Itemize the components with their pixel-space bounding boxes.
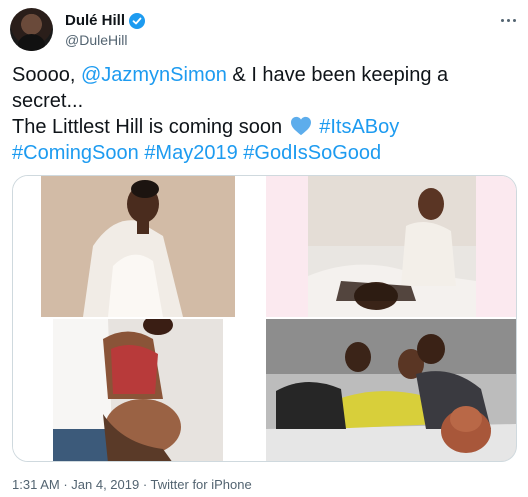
- tweet-source[interactable]: Twitter for iPhone: [151, 477, 252, 492]
- hashtag-link[interactable]: #GodIsSoGood: [243, 142, 381, 164]
- text-segment: The Littlest Hill is coming soon: [12, 116, 288, 138]
- tweet-line-1: Soooo, @JazmynSimon & I have been keepin…: [12, 62, 517, 88]
- tweet-date[interactable]: Jan 4, 2019: [71, 477, 139, 492]
- photo-1[interactable]: [13, 176, 264, 317]
- mention-link[interactable]: @JazmynSimon: [81, 64, 227, 86]
- avatar[interactable]: [10, 8, 53, 51]
- tweet-line-3: The Littlest Hill is coming soon #ItsABo…: [12, 114, 517, 140]
- hashtag-link[interactable]: #ItsABoy: [319, 116, 399, 138]
- tweet-metadata: 1:31 AM · Jan 4, 2019 · Twitter for iPho…: [12, 477, 252, 492]
- author-name[interactable]: Dulé Hill: [65, 12, 125, 29]
- hashtag-link[interactable]: #May2019: [144, 142, 237, 164]
- author-handle[interactable]: @DuleHill: [65, 32, 127, 48]
- text-segment: & I have been keeping a: [226, 64, 449, 86]
- text-segment: Soooo,: [12, 64, 81, 86]
- separator: ·: [59, 477, 72, 492]
- hashtag-link[interactable]: #ComingSoon: [12, 142, 139, 164]
- more-options-icon[interactable]: [498, 10, 518, 30]
- tweet-header: Dulé Hill @DuleHill: [10, 8, 518, 51]
- tweet-line-4: #ComingSoon #May2019 #GodIsSoGood: [12, 140, 517, 166]
- author-name-row: Dulé Hill: [65, 12, 146, 29]
- tweet-text: Soooo, @JazmynSimon & I have been keepin…: [12, 62, 517, 166]
- photo-3[interactable]: [13, 319, 264, 461]
- tweet-line-2: secret...: [12, 90, 84, 112]
- media-grid: [12, 175, 517, 462]
- photo-4[interactable]: [266, 319, 516, 461]
- verified-badge-icon: [129, 12, 146, 29]
- separator: ·: [139, 477, 151, 492]
- photo-2[interactable]: [266, 176, 516, 317]
- tweet-time[interactable]: 1:31 AM: [12, 477, 60, 492]
- blue-heart-icon: [290, 116, 311, 136]
